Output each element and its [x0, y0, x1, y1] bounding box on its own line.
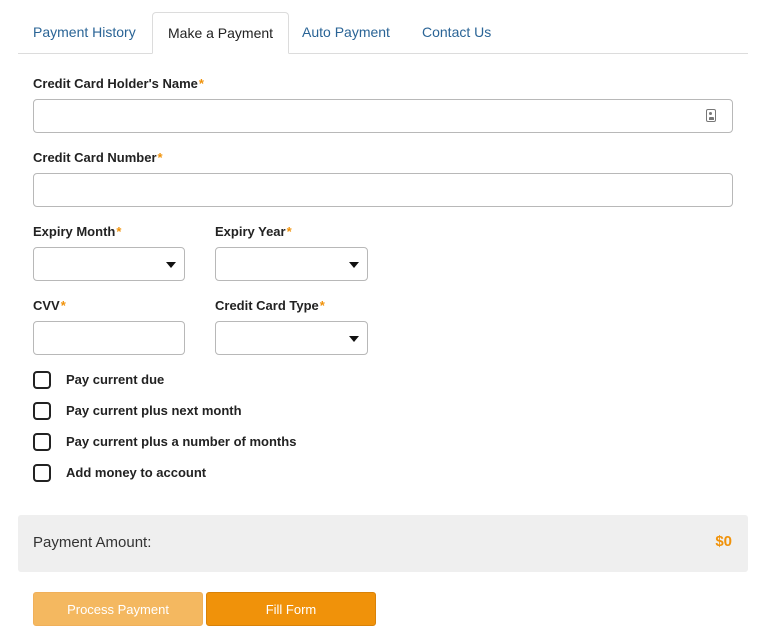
card-number-label-text: Credit Card Number	[33, 150, 157, 165]
pay-current-due-label[interactable]: Pay current due	[66, 372, 164, 387]
tab-auto-payment[interactable]: Auto Payment	[287, 12, 405, 54]
required-marker: *	[157, 150, 163, 165]
cvv-label: CVV*	[33, 298, 66, 313]
card-number-input[interactable]	[33, 173, 733, 207]
expiry-month-select[interactable]	[33, 247, 185, 281]
chevron-down-icon	[349, 336, 359, 342]
pay-current-due-checkbox[interactable]	[33, 371, 51, 389]
tab-payment-history[interactable]: Payment History	[18, 12, 151, 54]
card-number-label: Credit Card Number*	[33, 150, 163, 165]
payment-amount-bar: Payment Amount: $0	[18, 515, 748, 572]
card-type-label: Credit Card Type*	[215, 298, 325, 313]
expiry-year-label-text: Expiry Year	[215, 224, 286, 239]
chevron-down-icon	[166, 262, 176, 268]
expiry-year-label: Expiry Year*	[215, 224, 292, 239]
card-type-select[interactable]	[215, 321, 368, 355]
pay-current-plus-next-month-label[interactable]: Pay current plus next month	[66, 403, 242, 418]
card-type-label-text: Credit Card Type	[215, 298, 319, 313]
holder-name-label-text: Credit Card Holder's Name	[33, 76, 198, 91]
holder-name-input[interactable]	[33, 99, 733, 133]
pay-current-plus-months-checkbox[interactable]	[33, 433, 51, 451]
process-payment-button[interactable]: Process Payment	[33, 592, 203, 626]
expiry-month-label: Expiry Month*	[33, 224, 121, 239]
required-marker: *	[319, 298, 325, 313]
cvv-label-text: CVV	[33, 298, 60, 313]
fill-form-button[interactable]: Fill Form	[206, 592, 376, 626]
payment-amount-label: Payment Amount:	[33, 534, 152, 551]
holder-name-label: Credit Card Holder's Name*	[33, 76, 204, 91]
add-money-checkbox[interactable]	[33, 464, 51, 482]
required-marker: *	[198, 76, 204, 91]
expiry-month-label-text: Expiry Month	[33, 224, 116, 239]
tab-contact-us[interactable]: Contact Us	[407, 12, 506, 54]
contact-card-icon[interactable]	[706, 109, 716, 122]
pay-current-plus-next-month-checkbox[interactable]	[33, 402, 51, 420]
add-money-label[interactable]: Add money to account	[66, 465, 206, 480]
tab-make-a-payment[interactable]: Make a Payment	[152, 12, 290, 54]
cvv-input[interactable]	[33, 321, 185, 355]
required-marker: *	[286, 224, 292, 239]
payment-amount-value: $0	[715, 533, 732, 550]
chevron-down-icon	[349, 262, 359, 268]
pay-current-plus-months-label[interactable]: Pay current plus a number of months	[66, 434, 296, 449]
required-marker: *	[60, 298, 66, 313]
required-marker: *	[116, 224, 122, 239]
tab-bar: Payment History Make a Payment Auto Paym…	[18, 12, 748, 54]
expiry-year-select[interactable]	[215, 247, 368, 281]
